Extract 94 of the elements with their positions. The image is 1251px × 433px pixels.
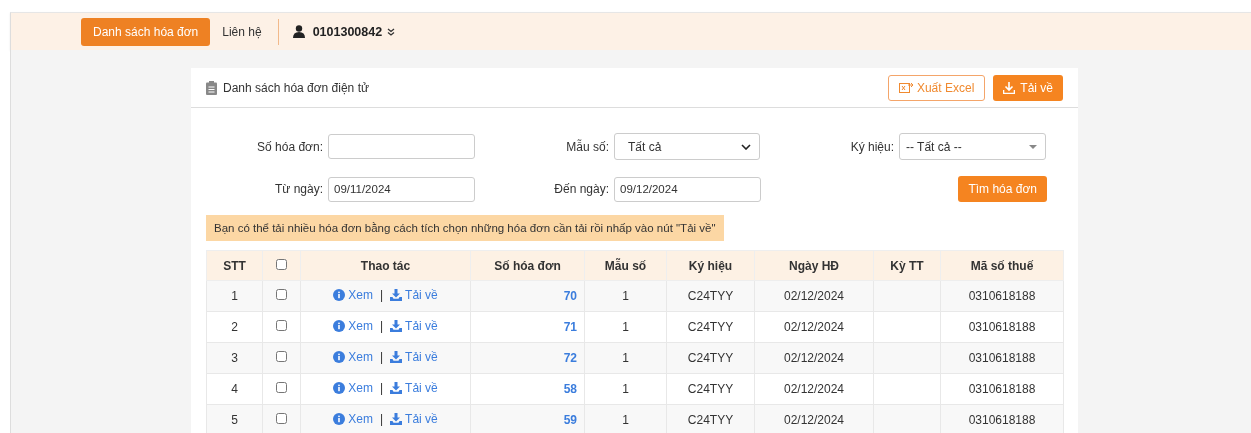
row-checkbox[interactable] (276, 320, 287, 331)
info-icon (333, 413, 346, 425)
table-cell: C24TYY (666, 280, 755, 312)
table-cell: 1 (584, 404, 667, 433)
download-icon (390, 320, 403, 332)
account-name[interactable]: 0101300842 (312, 24, 383, 39)
table-cell: 02/12/2024 (754, 404, 874, 433)
row-checkbox[interactable] (276, 351, 287, 362)
template-select[interactable]: Tất cả (614, 133, 760, 160)
table-cell: 2 (206, 311, 263, 343)
separator: | (379, 319, 384, 333)
download-icon (390, 382, 403, 394)
view-link[interactable]: Xem (348, 319, 373, 333)
view-link[interactable]: Xem (348, 350, 373, 364)
nav-tab[interactable]: Liên hệ (210, 17, 274, 46)
to-date-field[interactable]: 09/12/2024 (614, 176, 761, 202)
caret-icon (1029, 144, 1037, 149)
export-excel-button[interactable]: Xuất Excel (887, 74, 986, 101)
column-header: Mẫu số (584, 250, 667, 281)
separator: | (379, 350, 384, 364)
column-header: Ký hiệu (666, 250, 755, 281)
table-cell: 71 (470, 311, 585, 343)
download-link[interactable]: Tải về (405, 381, 438, 395)
select-all-checkbox[interactable] (276, 258, 287, 270)
table-cell: 0310618188 (940, 311, 1064, 343)
table-cell: 1 (584, 311, 667, 343)
invoice-number-field[interactable] (328, 134, 475, 159)
download-link[interactable]: Tải về (405, 412, 438, 426)
view-link[interactable]: Xem (348, 288, 373, 302)
table-cell: 4 (206, 373, 263, 405)
table-cell: 1 (206, 280, 263, 312)
info-icon (333, 382, 346, 394)
column-header: Mã số thuế (940, 250, 1064, 281)
row-checkbox[interactable] (276, 289, 287, 300)
download-icon (390, 351, 403, 363)
table-cell: 3 (206, 342, 263, 374)
table-cell: 59 (470, 404, 585, 433)
table-cell: 70 (470, 280, 585, 312)
field-label: Đến ngày: (553, 182, 610, 196)
double-chevron-icon[interactable] (387, 27, 396, 36)
chevron-down-icon (741, 143, 751, 150)
table-cell: 72 (470, 342, 585, 374)
from-date-field[interactable]: 09/11/2024 (328, 176, 475, 202)
table-cell: 02/12/2024 (754, 280, 874, 312)
export-icon (898, 82, 913, 93)
table-cell: C24TYY (666, 311, 755, 343)
table-cell: 0310618188 (940, 404, 1064, 433)
row-checkbox[interactable] (276, 413, 287, 424)
separator: | (379, 412, 384, 426)
table-cell: 0310618188 (940, 373, 1064, 405)
download-icon (1003, 81, 1016, 94)
table-cell: 0310618188 (940, 280, 1064, 312)
column-header: Kỳ TT (873, 250, 941, 281)
view-link[interactable]: Xem (348, 412, 373, 426)
separator: | (379, 381, 384, 395)
table-cell: C24TYY (666, 342, 755, 374)
column-header: STT (206, 250, 263, 281)
clipboard-icon (206, 80, 217, 95)
download-icon (390, 413, 403, 425)
download-link[interactable]: Tải về (405, 288, 438, 302)
download-icon (390, 289, 403, 301)
field-label: Số hóa đơn: (256, 139, 324, 154)
table-cell: 1 (584, 342, 667, 374)
info-icon (333, 351, 346, 363)
table-cell: 0310618188 (940, 342, 1064, 374)
nav-tab[interactable]: Danh sách hóa đơn (81, 17, 211, 46)
field-label: Mẫu số: (565, 139, 610, 154)
table-cell: C24TYY (666, 373, 755, 405)
field-label: Từ ngày: (273, 182, 324, 196)
user-icon (292, 25, 305, 38)
table-cell: 02/12/2024 (754, 311, 874, 343)
download-button[interactable]: Tải về (993, 74, 1063, 101)
field-label: Ký hiệu: (849, 139, 895, 154)
download-link[interactable]: Tải về (405, 350, 438, 364)
symbol-select[interactable]: -- Tất cả -- (899, 133, 1046, 160)
separator: | (379, 288, 384, 302)
search-button[interactable]: Tìm hóa đơn (958, 176, 1047, 202)
table-cell: 58 (470, 373, 585, 405)
row-checkbox[interactable] (276, 382, 287, 393)
column-header: Ngày HĐ (754, 250, 874, 281)
column-header: Thao tác (300, 250, 471, 281)
table-cell: 02/12/2024 (754, 373, 874, 405)
notice-banner: Bạn có thể tải nhiều hóa đơn bằng cách tích chọn những hóa đơn cần tải rồi nhấp vào nút "Tải về" (206, 215, 724, 241)
column-header: Số hóa đơn (470, 250, 585, 281)
download-link[interactable]: Tải về (405, 319, 438, 333)
table-cell: C24TYY (666, 404, 755, 433)
table-cell: 02/12/2024 (754, 342, 874, 374)
info-icon (333, 289, 346, 301)
card-title: Danh sách hóa đơn điện tử (223, 80, 369, 95)
info-icon (333, 320, 346, 332)
table-cell: 1 (584, 373, 667, 405)
table-cell: 5 (206, 404, 263, 433)
table-cell: 1 (584, 280, 667, 312)
view-link[interactable]: Xem (348, 381, 373, 395)
